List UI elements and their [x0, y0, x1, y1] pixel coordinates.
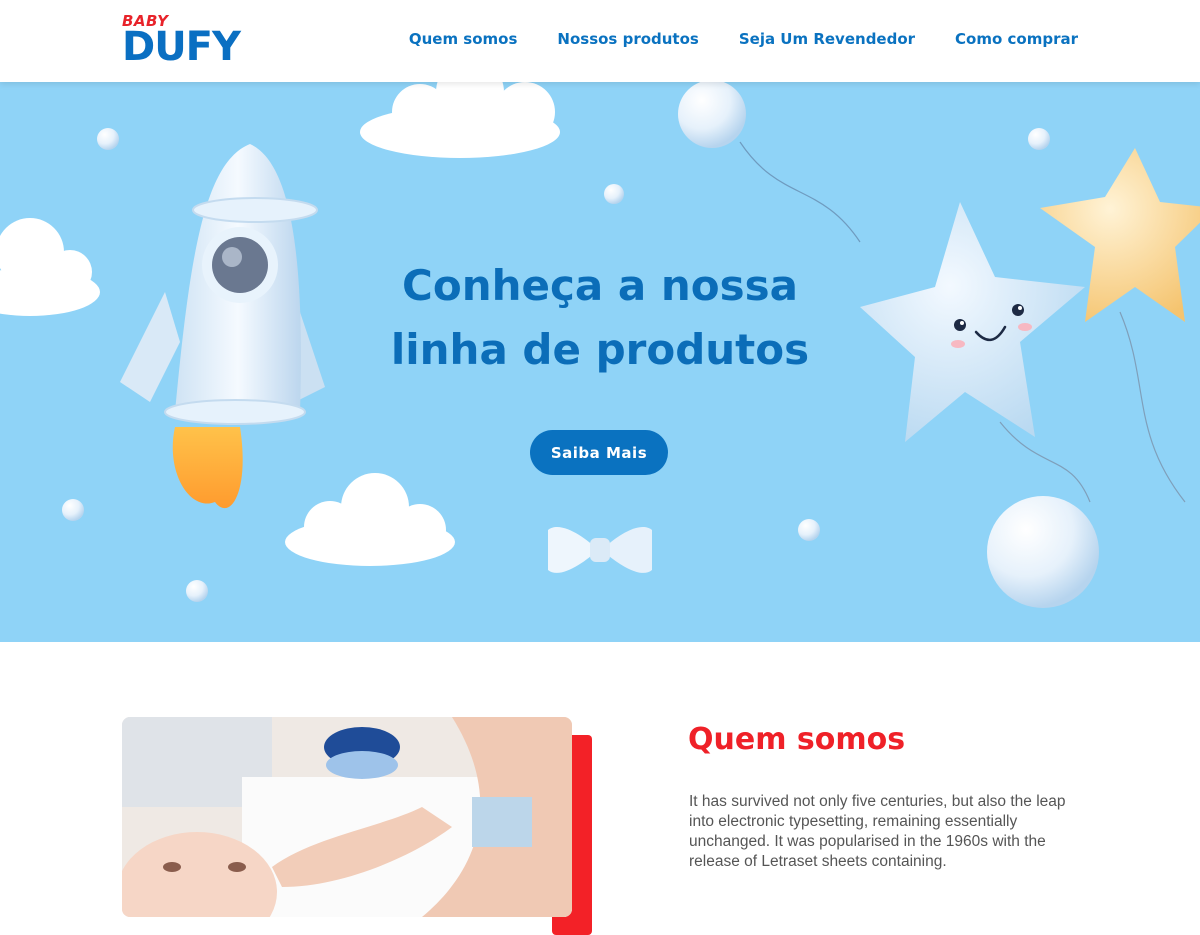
site-header: BABY DUFY Quem somos Nossos produtos Sej… — [0, 0, 1200, 82]
cloud-top — [360, 82, 560, 158]
logo-dufy-text: DUFY — [122, 24, 241, 70]
bow-tie — [548, 526, 652, 573]
hero-title: Conheça a nossa linha de produtos — [380, 254, 820, 382]
nav-link-nossos-produtos[interactable]: Nossos produtos — [557, 30, 698, 48]
smiling-star — [860, 202, 1085, 442]
rocket — [120, 144, 325, 509]
about-photo-block — [122, 717, 592, 935]
nav-link-como-comprar[interactable]: Como comprar — [955, 30, 1078, 48]
saiba-mais-button[interactable]: Saiba Mais — [530, 430, 668, 475]
cloud-bottom — [285, 473, 455, 566]
hero-title-line-2: linha de produtos — [390, 325, 810, 374]
nav-link-seja-revendedor[interactable]: Seja Um Revendedor — [739, 30, 915, 48]
hero-title-line-1: Conheça a nossa — [402, 261, 798, 310]
baby-photo — [122, 717, 572, 917]
about-title: Quem somos — [688, 722, 906, 757]
hero-banner: Conheça a nossa linha de produtos Saiba … — [0, 82, 1200, 642]
brand-logo[interactable]: BABY DUFY — [122, 12, 241, 72]
cloud-left — [0, 218, 100, 316]
main-nav: Quem somos Nossos produtos Seja Um Reven… — [409, 30, 1078, 48]
about-text: It has survived not only five centuries,… — [689, 793, 1066, 870]
nav-link-quem-somos[interactable]: Quem somos — [409, 30, 518, 48]
